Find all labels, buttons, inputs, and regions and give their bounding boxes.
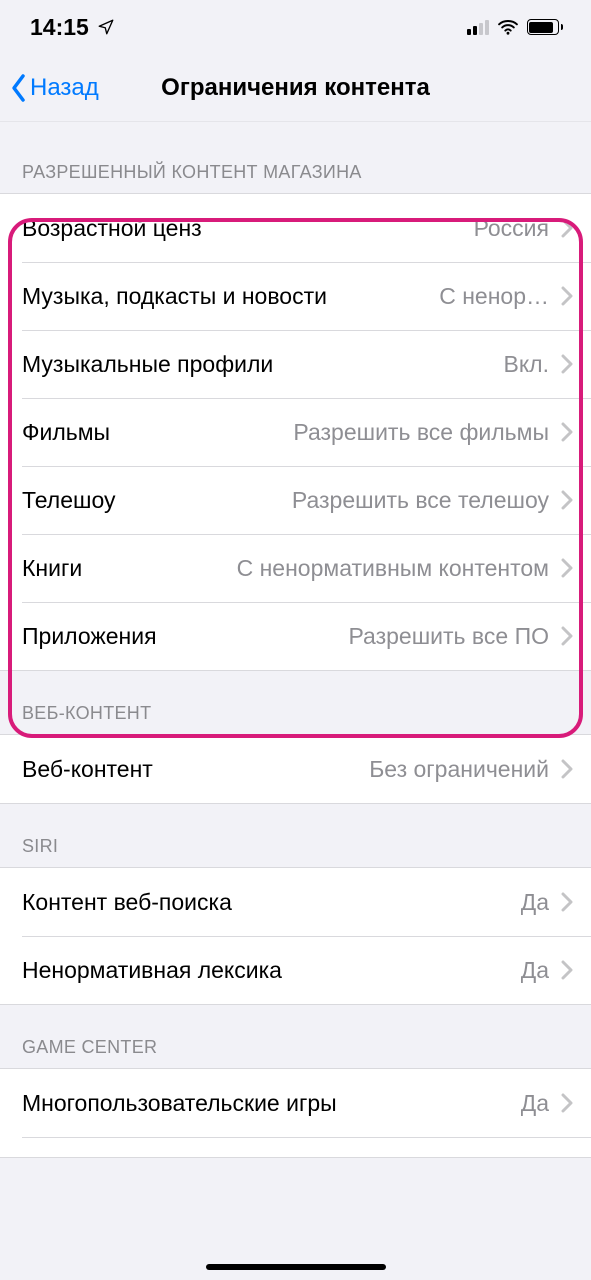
home-indicator[interactable] [206,1264,386,1270]
chevron-right-icon [561,892,573,912]
row-value: С ненор… [439,283,549,310]
row-value: Да [521,957,549,984]
chevron-right-icon [561,218,573,238]
row-label: Контент веб-поиска [22,889,232,916]
row-value: Вкл. [504,351,549,378]
row-value: Разрешить все ПО [348,623,549,650]
row-label: Многопользовательские игры [22,1090,337,1117]
section-header-game-center: GAME CENTER [0,1005,591,1068]
row-value: Россия [474,215,549,242]
row-apps[interactable]: Приложения Разрешить все ПО [0,602,591,670]
chevron-right-icon [561,626,573,646]
row-partial[interactable] [0,1137,591,1157]
row-label: Веб-контент [22,756,153,783]
row-books[interactable]: Книги С ненормативным контентом [0,534,591,602]
row-label: Музыкальные профили [22,351,273,378]
row-music-profiles[interactable]: Музыкальные профили Вкл. [0,330,591,398]
row-label: Возрастной ценз [22,215,202,242]
row-ratings-region[interactable]: Возрастной ценз Россия [0,194,591,262]
row-tv-shows[interactable]: Телешоу Разрешить все телешоу [0,466,591,534]
store-group: Возрастной ценз Россия Музыка, подкасты … [0,193,591,671]
row-value: Разрешить все фильмы [293,419,549,446]
row-value: Без ограничений [369,756,549,783]
battery-icon [527,19,564,35]
row-value: Да [521,889,549,916]
row-web-search-content[interactable]: Контент веб-поиска Да [0,868,591,936]
row-web-content[interactable]: Веб-контент Без ограничений [0,735,591,803]
section-header-web: ВЕБ-КОНТЕНТ [0,671,591,734]
back-button[interactable]: Назад [0,54,99,121]
wifi-icon [497,19,519,35]
section-header-siri: SIRI [0,804,591,867]
chevron-right-icon [561,759,573,779]
row-movies[interactable]: Фильмы Разрешить все фильмы [0,398,591,466]
chevron-right-icon [561,354,573,374]
row-label: Фильмы [22,419,110,446]
section-header-store: РАЗРЕШЕННЫЙ КОНТЕНТ МАГАЗИНА [0,122,591,193]
row-music-podcasts-news[interactable]: Музыка, подкасты и новости С ненор… [0,262,591,330]
row-label: Музыка, подкасты и новости [22,283,327,310]
chevron-right-icon [561,286,573,306]
back-label: Назад [30,74,99,102]
web-group: Веб-контент Без ограничений [0,734,591,804]
row-explicit-language[interactable]: Ненормативная лексика Да [0,936,591,1004]
location-icon [97,18,115,36]
row-value: Разрешить все телешоу [292,487,549,514]
chevron-right-icon [561,1093,573,1113]
chevron-right-icon [561,558,573,578]
siri-group: Контент веб-поиска Да Ненормативная лекс… [0,867,591,1005]
chevron-right-icon [561,490,573,510]
chevron-right-icon [561,422,573,442]
row-value: С ненормативным контентом [237,555,549,582]
status-bar: 14:15 [0,0,591,54]
row-multiplayer-games[interactable]: Многопользовательские игры Да [0,1069,591,1137]
chevron-left-icon [10,73,28,103]
chevron-right-icon [561,960,573,980]
row-label: Приложения [22,623,157,650]
row-value: Да [521,1090,549,1117]
cellular-icon [467,19,489,35]
row-label: Телешоу [22,487,115,514]
row-label: Ненормативная лексика [22,957,282,984]
game-center-group: Многопользовательские игры Да [0,1068,591,1158]
status-time: 14:15 [30,14,89,41]
row-label: Книги [22,555,82,582]
nav-header: Назад Ограничения контента [0,54,591,122]
